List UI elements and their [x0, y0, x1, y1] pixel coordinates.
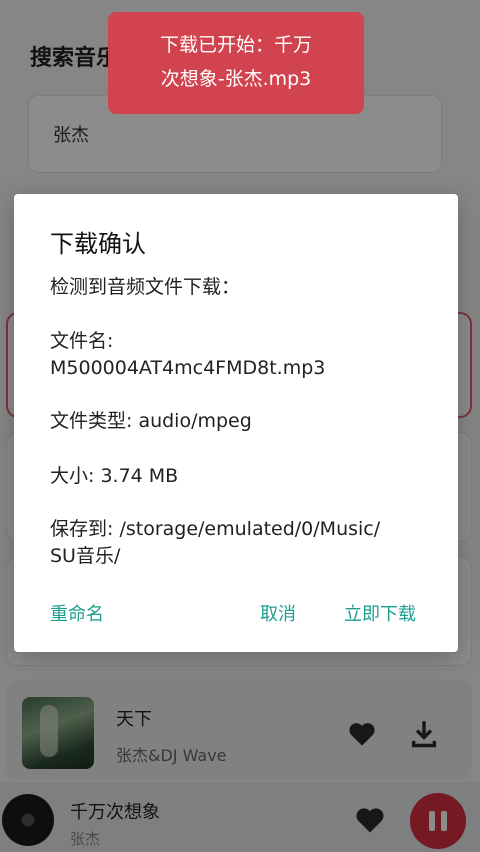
rename-button[interactable]: 重命名 [50, 600, 104, 626]
dialog-title: 下载确认 [50, 230, 146, 258]
filesize-line: 大小: 3.74 MB [50, 465, 179, 487]
download-started-toast: 下载已开始：千万 次想象-张杰.mp3 [108, 12, 364, 114]
download-now-button[interactable]: 立即下载 [344, 600, 416, 626]
filename-value: M500004AT4mc4FMD8t.mp3 [50, 357, 326, 379]
save-path-line2: SU音乐/ [50, 545, 121, 567]
save-path-line1: 保存到: /storage/emulated/0/Music/ [50, 518, 381, 540]
toast-line2: 次想象-张杰.mp3 [160, 68, 312, 90]
download-confirm-dialog: 下载确认 检测到音频文件下载： 文件名: M500004AT4mc4FMD8t.… [14, 194, 458, 652]
filename-label: 文件名: [50, 330, 114, 352]
cancel-button[interactable]: 取消 [260, 600, 296, 626]
dialog-intro: 检测到音频文件下载： [50, 276, 241, 298]
filetype-line: 文件类型: audio/mpeg [50, 410, 252, 432]
toast-line1: 下载已开始：千万 [159, 34, 312, 56]
